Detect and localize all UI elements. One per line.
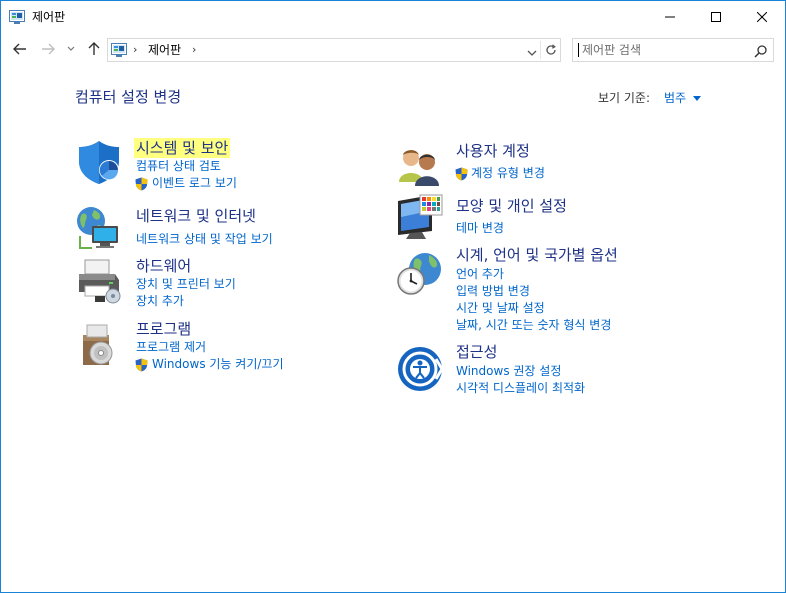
breadcrumb-separator[interactable]: › xyxy=(192,43,196,56)
link-add-device[interactable]: 장치 추가 xyxy=(136,293,184,309)
search-placeholder: 제어판 검색 xyxy=(582,43,642,57)
link-view-event-logs[interactable]: 이벤트 로그 보기 xyxy=(152,175,237,191)
category-system-security[interactable]: 시스템 및 보안 xyxy=(134,138,231,158)
refresh-icon[interactable] xyxy=(543,41,559,59)
link-review-computer-status[interactable]: 컴퓨터 상태 검토 xyxy=(136,158,221,174)
category-ease-of-access[interactable]: 접근성 xyxy=(456,342,497,362)
close-button[interactable] xyxy=(739,1,785,32)
category-clock-region[interactable]: 시계, 언어 및 국가별 옵션 xyxy=(456,245,618,265)
view-by-dropdown[interactable]: 범주 xyxy=(664,90,686,106)
search-icon[interactable] xyxy=(754,43,768,58)
text-cursor xyxy=(578,43,579,57)
clock-globe-icon[interactable] xyxy=(395,249,443,297)
link-set-time-date[interactable]: 시간 및 날짜 설정 xyxy=(456,300,545,316)
divider xyxy=(540,41,541,59)
minimize-button[interactable] xyxy=(647,1,693,32)
breadcrumb-separator[interactable]: › xyxy=(133,43,137,56)
arrow-up-icon[interactable] xyxy=(85,40,103,58)
arrow-left-icon[interactable] xyxy=(11,40,29,58)
link-windows-features[interactable]: Windows 기능 켜기/끄기 xyxy=(152,356,283,372)
control-panel-icon xyxy=(111,42,127,57)
caret-down-icon[interactable] xyxy=(693,96,701,101)
monitor-appearance-icon[interactable] xyxy=(396,193,444,241)
navigation-bar: › 제어판 › 제어판 검색 xyxy=(1,32,785,65)
link-change-theme[interactable]: 테마 변경 xyxy=(456,220,504,236)
link-change-input-method[interactable]: 입력 방법 변경 xyxy=(456,283,530,299)
link-change-date-time-format[interactable]: 날짜, 시간 또는 숫자 형식 변경 xyxy=(456,317,611,333)
shield-security-icon[interactable] xyxy=(75,138,123,186)
printer-hardware-icon[interactable] xyxy=(75,256,123,304)
uac-shield-icon xyxy=(135,176,148,191)
programs-disc-icon[interactable] xyxy=(77,321,125,369)
arrow-right-icon[interactable] xyxy=(39,40,57,58)
window-title: 제어판 xyxy=(32,10,66,24)
chevron-down-icon[interactable] xyxy=(65,40,77,58)
link-view-devices-printers[interactable]: 장치 및 프린터 보기 xyxy=(136,276,236,292)
search-input[interactable]: 제어판 검색 xyxy=(572,38,774,62)
link-uninstall-program[interactable]: 프로그램 제거 xyxy=(136,339,206,355)
category-network-internet[interactable]: 네트워크 및 인터넷 xyxy=(136,206,256,226)
view-by-label: 보기 기준: xyxy=(598,91,651,105)
category-user-accounts[interactable]: 사용자 계정 xyxy=(456,141,530,161)
page-title: 컴퓨터 설정 변경 xyxy=(75,88,182,106)
uac-shield-icon xyxy=(135,357,148,372)
users-icon[interactable] xyxy=(395,142,443,190)
maximize-button[interactable] xyxy=(693,1,739,32)
breadcrumb-control-panel[interactable]: 제어판 xyxy=(148,42,181,58)
link-windows-recommended-settings[interactable]: Windows 권장 설정 xyxy=(456,363,561,379)
uac-shield-icon xyxy=(455,166,468,181)
link-change-account-type[interactable]: 계정 유형 변경 xyxy=(471,165,545,181)
network-globe-icon[interactable] xyxy=(74,204,122,252)
title-bar[interactable]: 제어판 xyxy=(1,1,785,32)
chevron-down-icon[interactable] xyxy=(526,44,538,56)
category-hardware[interactable]: 하드웨어 xyxy=(136,256,191,276)
category-appearance-personalization[interactable]: 모양 및 개인 설정 xyxy=(456,196,567,216)
link-optimize-visual-display[interactable]: 시각적 디스플레이 최적화 xyxy=(456,380,585,396)
control-panel-window: 제어판 › 제어판 › 제어판 검색 컴퓨터 설정 변경 보기 기준: 범주 시… xyxy=(0,0,786,593)
address-bar[interactable]: › 제어판 › xyxy=(107,38,561,62)
link-view-network-status[interactable]: 네트워크 상태 및 작업 보기 xyxy=(136,231,273,247)
control-panel-icon xyxy=(9,9,25,24)
category-programs[interactable]: 프로그램 xyxy=(136,319,191,339)
ease-of-access-icon[interactable] xyxy=(396,345,444,393)
link-add-language[interactable]: 언어 추가 xyxy=(456,266,504,282)
